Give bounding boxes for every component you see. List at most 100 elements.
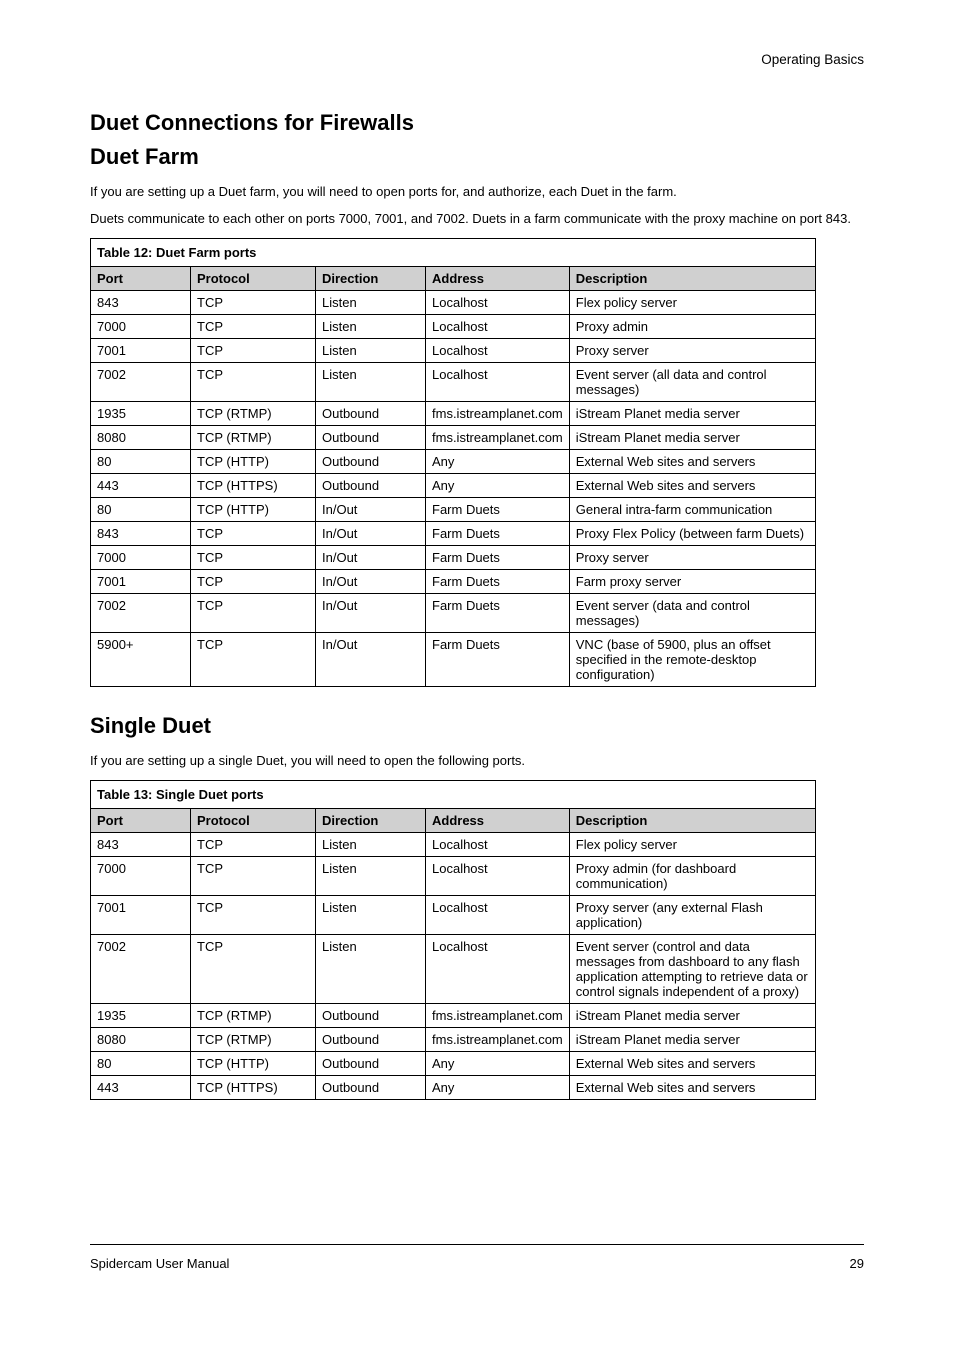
- table-cell: External Web sites and servers: [569, 450, 815, 474]
- table-cell: Outbound: [316, 402, 426, 426]
- table-row: 7001TCPIn/OutFarm DuetsFarm proxy server: [91, 570, 816, 594]
- col-description: Description: [569, 809, 815, 833]
- table-cell: TCP: [191, 339, 316, 363]
- table-cell: 80: [91, 1052, 191, 1076]
- table-cell: Localhost: [426, 315, 570, 339]
- col-port: Port: [91, 809, 191, 833]
- table-cell: 443: [91, 474, 191, 498]
- table-cell: Event server (control and data messages …: [569, 935, 815, 1004]
- table-cell: TCP (HTTP): [191, 1052, 316, 1076]
- section-title-firewalls: Duet Connections for Firewalls: [90, 110, 864, 136]
- table-cell: External Web sites and servers: [569, 474, 815, 498]
- table-cell: Proxy Flex Policy (between farm Duets): [569, 522, 815, 546]
- table-cell: 5900+: [91, 633, 191, 687]
- table-cell: Localhost: [426, 291, 570, 315]
- table-cell: Localhost: [426, 339, 570, 363]
- col-direction: Direction: [316, 809, 426, 833]
- table-cell: Any: [426, 1076, 570, 1100]
- col-port: Port: [91, 267, 191, 291]
- table-cell: Farm Duets: [426, 570, 570, 594]
- table-row: 7000TCPListenLocalhostProxy admin: [91, 315, 816, 339]
- section-subtitle-farm: Duet Farm: [90, 144, 864, 170]
- table-cell: Any: [426, 1052, 570, 1076]
- table-cell: fms.istreamplanet.com: [426, 426, 570, 450]
- table-cell: Outbound: [316, 1076, 426, 1100]
- table-caption: Table 12: Duet Farm ports: [90, 238, 816, 266]
- table-row: 8080TCP (RTMP)Outboundfms.istreamplanet.…: [91, 1028, 816, 1052]
- table-cell: Listen: [316, 363, 426, 402]
- table-row: 80TCP (HTTP)OutboundAnyExternal Web site…: [91, 1052, 816, 1076]
- table-row: 843TCPListenLocalhostFlex policy server: [91, 833, 816, 857]
- table-row: 7002TCPListenLocalhostEvent server (cont…: [91, 935, 816, 1004]
- footer-doc-title: Spidercam User Manual: [90, 1256, 229, 1271]
- table-cell: Listen: [316, 315, 426, 339]
- table-cell: Outbound: [316, 426, 426, 450]
- table-cell: Listen: [316, 857, 426, 896]
- table-cell: TCP: [191, 633, 316, 687]
- table-cell: 7001: [91, 896, 191, 935]
- table-cell: Event server (data and control messages): [569, 594, 815, 633]
- footer-page-number: 29: [850, 1256, 864, 1271]
- table-cell: Outbound: [316, 1004, 426, 1028]
- table-cell: TCP: [191, 522, 316, 546]
- table-cell: TCP: [191, 935, 316, 1004]
- table-row: 7000TCPListenLocalhostProxy admin (for d…: [91, 857, 816, 896]
- table-cell: 843: [91, 522, 191, 546]
- table-cell: 7002: [91, 935, 191, 1004]
- table-cell: 7000: [91, 315, 191, 339]
- table-cell: Localhost: [426, 935, 570, 1004]
- table-cell: TCP (HTTPS): [191, 1076, 316, 1100]
- table-caption: Table 13: Single Duet ports: [90, 780, 816, 808]
- table-duet-farm-ports: Table 12: Duet Farm ports Port Protocol …: [90, 238, 816, 687]
- table-cell: TCP (RTMP): [191, 1004, 316, 1028]
- table-cell: 843: [91, 833, 191, 857]
- table-row: 443TCP (HTTPS)OutboundAnyExternal Web si…: [91, 1076, 816, 1100]
- table-cell: Listen: [316, 339, 426, 363]
- table-cell: In/Out: [316, 633, 426, 687]
- footer-rule: [90, 1244, 864, 1245]
- table-cell: fms.istreamplanet.com: [426, 402, 570, 426]
- table-cell: Proxy admin: [569, 315, 815, 339]
- table-row: 7001TCPListenLocalhostProxy server (any …: [91, 896, 816, 935]
- table-cell: TCP (HTTP): [191, 450, 316, 474]
- table-cell: Listen: [316, 935, 426, 1004]
- table-cell: TCP: [191, 570, 316, 594]
- table-cell: iStream Planet media server: [569, 1028, 815, 1052]
- table-cell: External Web sites and servers: [569, 1052, 815, 1076]
- table-cell: 1935: [91, 402, 191, 426]
- table-cell: TCP: [191, 896, 316, 935]
- table-cell: Localhost: [426, 833, 570, 857]
- table-cell: iStream Planet media server: [569, 402, 815, 426]
- table-row: 843TCPIn/OutFarm DuetsProxy Flex Policy …: [91, 522, 816, 546]
- table-cell: Proxy server (any external Flash applica…: [569, 896, 815, 935]
- table-cell: Listen: [316, 833, 426, 857]
- table-cell: Farm Duets: [426, 546, 570, 570]
- table-cell: Farm proxy server: [569, 570, 815, 594]
- table-cell: 1935: [91, 1004, 191, 1028]
- col-protocol: Protocol: [191, 267, 316, 291]
- table-header-row: Port Protocol Direction Address Descript…: [91, 267, 816, 291]
- table-cell: Outbound: [316, 1028, 426, 1052]
- table-cell: 7001: [91, 339, 191, 363]
- running-header: Operating Basics: [761, 52, 864, 67]
- table-cell: In/Out: [316, 594, 426, 633]
- table-cell: In/Out: [316, 498, 426, 522]
- table-cell: General intra-farm communication: [569, 498, 815, 522]
- table-row: 8080TCP (RTMP)Outboundfms.istreamplanet.…: [91, 426, 816, 450]
- table-row: 7000TCPIn/OutFarm DuetsProxy server: [91, 546, 816, 570]
- table-cell: 7000: [91, 857, 191, 896]
- table-row: 7002TCPListenLocalhostEvent server (all …: [91, 363, 816, 402]
- table-cell: TCP: [191, 857, 316, 896]
- table-cell: Farm Duets: [426, 633, 570, 687]
- table-cell: Any: [426, 450, 570, 474]
- table-cell: TCP (RTMP): [191, 426, 316, 450]
- table-cell: Farm Duets: [426, 522, 570, 546]
- table-cell: Farm Duets: [426, 594, 570, 633]
- col-description: Description: [569, 267, 815, 291]
- table-cell: TCP: [191, 315, 316, 339]
- table-cell: 843: [91, 291, 191, 315]
- table-cell: 7002: [91, 594, 191, 633]
- table-cell: TCP (HTTP): [191, 498, 316, 522]
- table-single-duet-ports: Table 13: Single Duet ports Port Protoco…: [90, 780, 816, 1100]
- table-cell: fms.istreamplanet.com: [426, 1004, 570, 1028]
